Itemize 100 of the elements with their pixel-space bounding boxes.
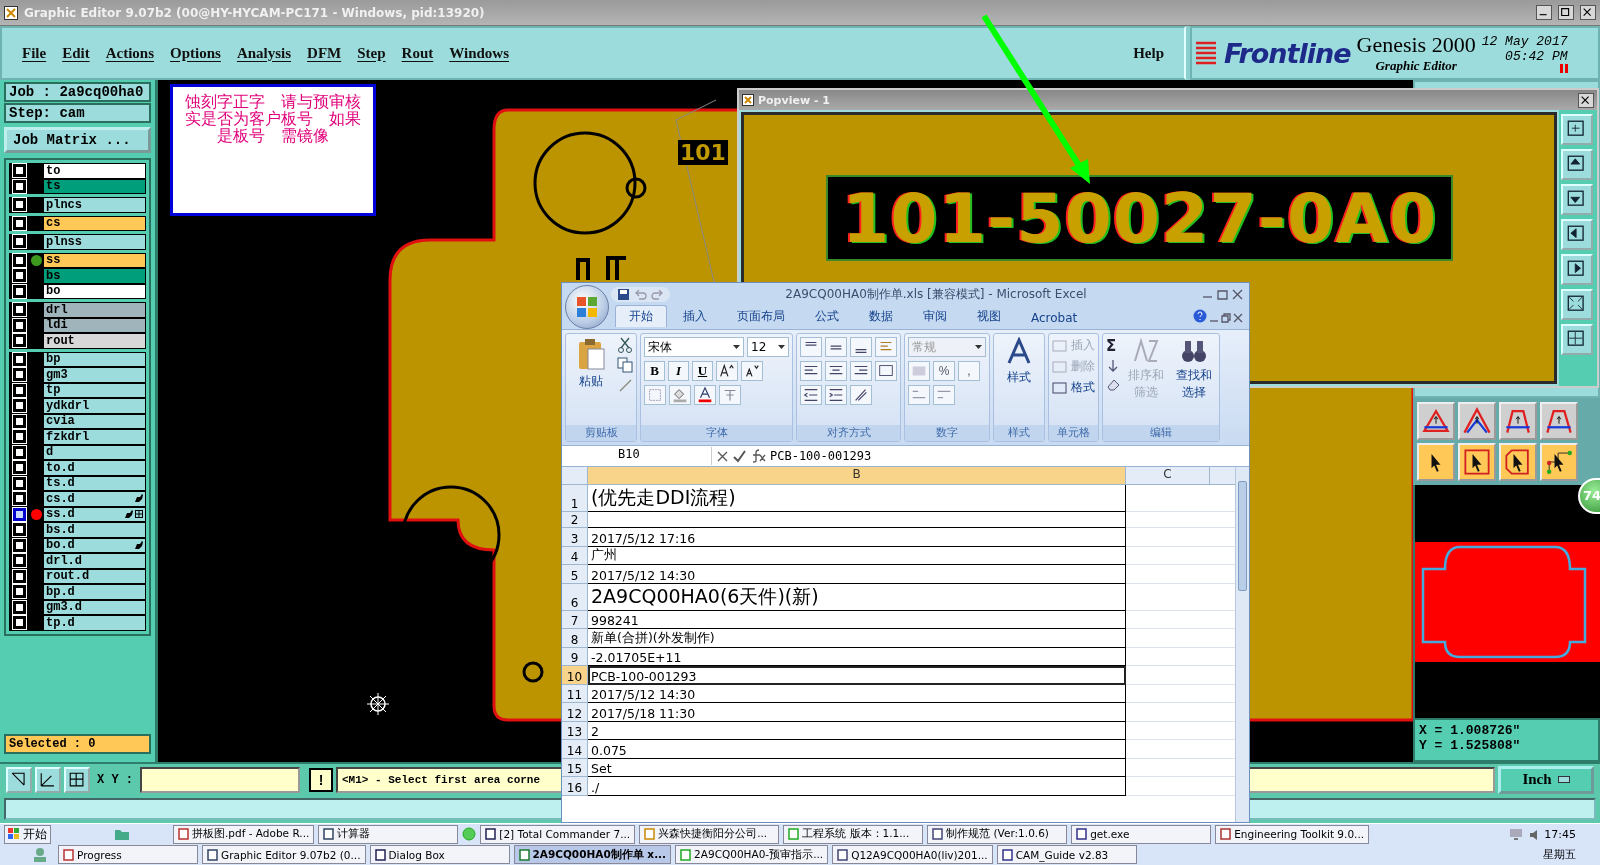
view-tool-icon[interactable]: [1561, 254, 1593, 285]
taskbar-item[interactable]: 兴森快捷衡阳分公司...: [639, 824, 780, 844]
ribbon-tab[interactable]: 开始: [615, 305, 667, 327]
bold-button[interactable]: B: [644, 361, 665, 381]
table-cell[interactable]: 2A9CQ00HA0(6天件)(新): [588, 583, 1126, 611]
table-cell[interactable]: [588, 512, 1126, 528]
taskbar-item[interactable]: 计算器: [318, 824, 459, 844]
font-name-field[interactable]: 宋体: [644, 337, 744, 357]
function-icon[interactable]: [750, 449, 766, 463]
layer-item[interactable]: bs: [44, 269, 145, 283]
layer-item[interactable]: d: [44, 445, 145, 459]
minimize-icon[interactable]: [1536, 5, 1552, 20]
down-arrow-icon[interactable]: [1106, 359, 1120, 373]
row-header[interactable]: 6: [562, 583, 588, 611]
table-cell[interactable]: PCB-100-001293: [588, 666, 1126, 685]
row-header[interactable]: 2: [562, 512, 588, 528]
layer-item[interactable]: plncs: [44, 198, 145, 212]
align-right-icon[interactable]: [850, 361, 872, 381]
taskbar-item[interactable]: 2A9CQ00HA0-预审指示...: [675, 845, 829, 865]
taskbar-item[interactable]: 拼板图.pdf - Adobe R...: [173, 824, 315, 844]
table-cell[interactable]: -2.01705E+11: [588, 647, 1126, 666]
layer-item[interactable]: gm3: [44, 368, 145, 382]
view-tool-icon[interactable]: [1561, 149, 1593, 180]
taskbar-item[interactable]: Q12A9CQ00HA0(liv)201...: [832, 845, 993, 865]
bottom-align-icon[interactable]: [850, 337, 872, 357]
row-header[interactable]: 12: [562, 703, 588, 722]
pointer-tool-icon[interactable]: [1458, 443, 1496, 481]
ribbon-tab[interactable]: 视图: [963, 305, 1015, 327]
taskbar-item[interactable]: Engineering Toolkit 9.0...: [1215, 824, 1370, 844]
view-tool-icon[interactable]: [1561, 114, 1593, 145]
table-cell[interactable]: 2: [588, 721, 1126, 740]
help-icon[interactable]: [1193, 309, 1207, 323]
start-button[interactable]: 开始: [4, 824, 51, 844]
paste-button[interactable]: 粘贴: [569, 337, 613, 390]
layer-item[interactable]: bp.d: [44, 585, 145, 599]
check-icon[interactable]: [733, 449, 746, 463]
ribbon-tab[interactable]: Acrobat: [1017, 308, 1092, 327]
triangle-tool-icon[interactable]: [1417, 402, 1455, 440]
underline-button[interactable]: U: [692, 361, 713, 381]
save-icon[interactable]: [617, 287, 630, 301]
menu-item[interactable]: File: [14, 42, 55, 64]
taskbar-item[interactable]: 制作规范 (Ver:1.0.6): [927, 824, 1068, 844]
office-button[interactable]: [565, 285, 609, 329]
layer-item[interactable]: ts.d: [44, 476, 145, 490]
ribbon-tab[interactable]: 插入: [669, 305, 721, 327]
taskbar-item[interactable]: [2] Total Commander 7...: [480, 824, 636, 844]
layer-item[interactable]: to: [44, 164, 145, 178]
measure-tool-icon[interactable]: [35, 766, 61, 793]
ribbon-tab[interactable]: 页面布局: [723, 305, 799, 327]
close-icon[interactable]: [1578, 92, 1594, 108]
table-cell[interactable]: 2017/5/12 14:30: [588, 565, 1126, 584]
eraser-icon[interactable]: [1106, 377, 1120, 391]
table-cell[interactable]: 2017/5/12 17:16: [588, 528, 1126, 547]
layer-item[interactable]: drl.d: [44, 554, 145, 568]
taskbar-item[interactable]: Graphic Editor 9.07b2 (0...: [202, 845, 366, 865]
layer-item[interactable]: cvia: [44, 414, 145, 428]
layer-item[interactable]: cs.d: [44, 492, 145, 506]
table-cell[interactable]: (优先走DDI流程): [588, 485, 1126, 512]
ribbon-tab[interactable]: 公式: [801, 305, 853, 327]
font-color-icon[interactable]: [694, 385, 716, 405]
layer-toggle[interactable]: [13, 507, 26, 521]
pointer-tool-icon[interactable]: [1499, 443, 1537, 481]
menu-item[interactable]: Windows: [441, 42, 517, 64]
layer-item[interactable]: ts: [44, 179, 145, 193]
layer-item[interactable]: plnss: [44, 235, 145, 249]
comma-button[interactable]: ,: [958, 361, 980, 381]
layer-item[interactable]: fzkdrl: [44, 430, 145, 444]
taskbar-item[interactable]: 2A9CQ00HA0制作单 x...: [513, 845, 672, 865]
font-size-field[interactable]: 12: [747, 337, 789, 357]
layer-item[interactable]: ydkdrl: [44, 399, 145, 413]
pointer-tool-icon[interactable]: [1417, 443, 1455, 481]
taskbar-item[interactable]: 工程系统 版本：1.1...: [783, 824, 924, 844]
layer-item[interactable]: tp: [44, 383, 145, 397]
units-button[interactable]: Inch: [1498, 765, 1594, 794]
menu-item[interactable]: Options: [162, 42, 229, 64]
increase-decimal-icon[interactable]: [908, 385, 930, 405]
row-header[interactable]: 3: [562, 528, 588, 547]
layer-item[interactable]: ss.d: [44, 507, 145, 521]
layer-item[interactable]: bs.d: [44, 523, 145, 537]
triangle-tool-icon[interactable]: [1499, 402, 1537, 440]
ribbon-tab[interactable]: 数据: [855, 305, 907, 327]
layer-item[interactable]: bo: [44, 284, 145, 298]
percent-button[interactable]: %: [933, 361, 955, 381]
align-left-icon[interactable]: [800, 361, 822, 381]
cancel-icon[interactable]: [716, 449, 729, 463]
sum-button[interactable]: Σ: [1106, 337, 1120, 355]
menu-item[interactable]: Edit: [54, 42, 98, 64]
taskbar-item[interactable]: CAM_Guide v2.83: [996, 845, 1137, 865]
menu-item[interactable]: Analysis: [228, 42, 300, 64]
close-icon[interactable]: [1580, 5, 1596, 20]
table-cell[interactable]: ./: [588, 777, 1126, 796]
table-cell[interactable]: 广州: [588, 546, 1126, 565]
layer-item[interactable]: gm3.d: [44, 600, 145, 614]
layer-item[interactable]: drl: [44, 303, 145, 317]
xy-input-field[interactable]: [140, 766, 300, 793]
cells-command[interactable]: 格式: [1052, 379, 1095, 396]
view-tool-icon[interactable]: [1561, 324, 1593, 355]
layer-item[interactable]: to.d: [44, 461, 145, 475]
triangle-tool-icon[interactable]: [1540, 402, 1578, 440]
table-cell[interactable]: 2017/5/18 11:30: [588, 703, 1126, 722]
